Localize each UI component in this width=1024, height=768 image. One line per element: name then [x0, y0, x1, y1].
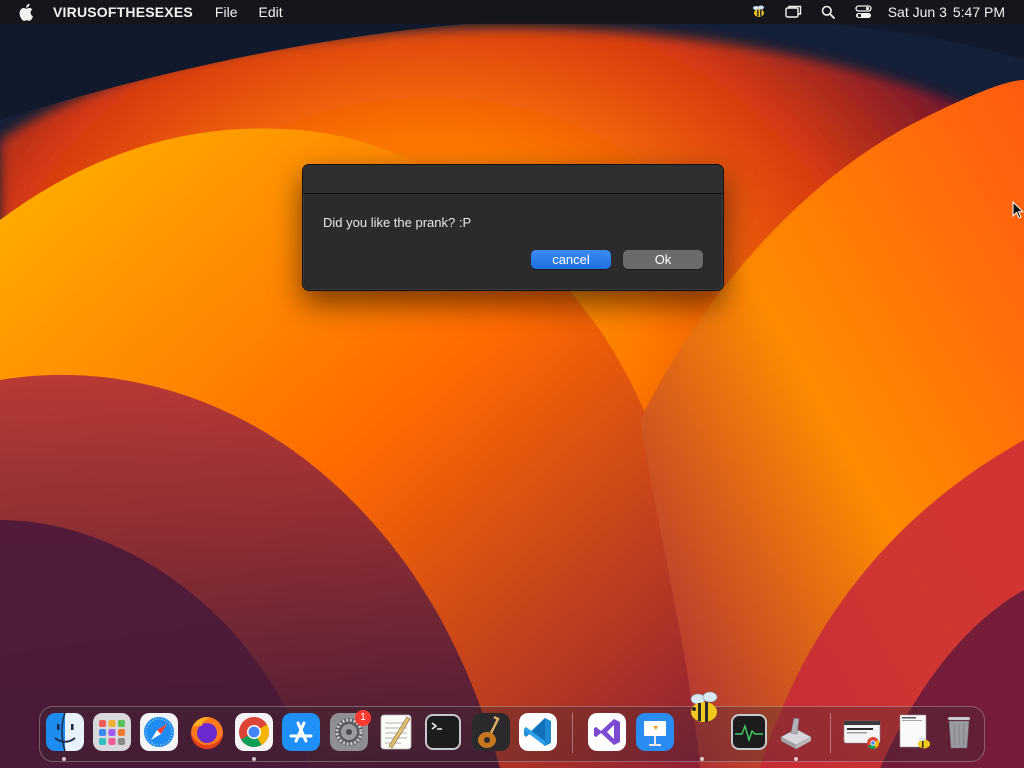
- wallpaper: [0, 0, 1024, 768]
- firefox-icon[interactable]: [188, 713, 226, 751]
- prank-alert-dialog: Did you like the prank? :P cancel Ok: [302, 164, 724, 291]
- cancel-button[interactable]: cancel: [531, 250, 611, 269]
- apple-menu-icon[interactable]: [19, 3, 35, 21]
- bee-app-icon[interactable]: [684, 690, 724, 728]
- dialog-title-bar[interactable]: [303, 165, 723, 194]
- menu-file[interactable]: File: [215, 4, 238, 20]
- menu-bar: VIRUSOFTHESEXES File Edit Sat Jun 3 5:47…: [0, 0, 1024, 24]
- chrome-running-indicator: [252, 757, 256, 761]
- launchpad-icon[interactable]: [93, 713, 131, 751]
- visual-studio-icon[interactable]: [588, 713, 626, 751]
- dock-separator-2: [830, 713, 831, 753]
- mouse-cursor-icon: [1012, 201, 1024, 219]
- clock-time: 5:47 PM: [952, 4, 1005, 20]
- document-thumbnail-icon[interactable]: [896, 713, 934, 751]
- bee-app-running-indicator: [700, 757, 704, 761]
- desktop: VIRUSOFTHESEXES File Edit Sat Jun 3 5:47…: [0, 0, 1024, 768]
- clock-date: Sat Jun 3: [887, 4, 947, 20]
- menu-bar-clock[interactable]: Sat Jun 3 5:47 PM: [888, 4, 1005, 20]
- control-center-icon[interactable]: [855, 4, 872, 20]
- terminal-icon[interactable]: [424, 713, 462, 751]
- developer-tool-running-indicator: [794, 757, 798, 761]
- trash-icon[interactable]: [940, 713, 978, 751]
- safari-icon[interactable]: [140, 713, 178, 751]
- bee-status-icon[interactable]: [750, 4, 767, 20]
- screen-mirroring-icon[interactable]: [785, 4, 802, 20]
- settings-notification-badge: 1: [355, 710, 371, 726]
- keynote-icon[interactable]: [636, 713, 674, 751]
- chrome-icon[interactable]: [235, 713, 273, 751]
- dock-separator: [572, 713, 573, 753]
- dialog-message: Did you like the prank? :P: [323, 215, 472, 230]
- menu-edit[interactable]: Edit: [258, 4, 282, 20]
- menu-bar-status-area: Sat Jun 3 5:47 PM: [732, 0, 1005, 24]
- spotlight-search-icon[interactable]: [820, 4, 837, 20]
- finder-icon[interactable]: [46, 713, 84, 751]
- app-store-icon[interactable]: [282, 713, 320, 751]
- ok-button[interactable]: Ok: [623, 250, 703, 269]
- textedit-icon[interactable]: [377, 713, 415, 751]
- activity-monitor-icon[interactable]: [730, 713, 768, 751]
- app-name-menu[interactable]: VIRUSOFTHESEXES: [53, 4, 193, 20]
- developer-tool-icon[interactable]: [777, 713, 815, 751]
- chrome-window-thumbnail-icon[interactable]: [843, 713, 881, 751]
- vscode-icon[interactable]: [519, 713, 557, 751]
- finder-running-indicator: [62, 757, 66, 761]
- garageband-icon[interactable]: [472, 713, 510, 751]
